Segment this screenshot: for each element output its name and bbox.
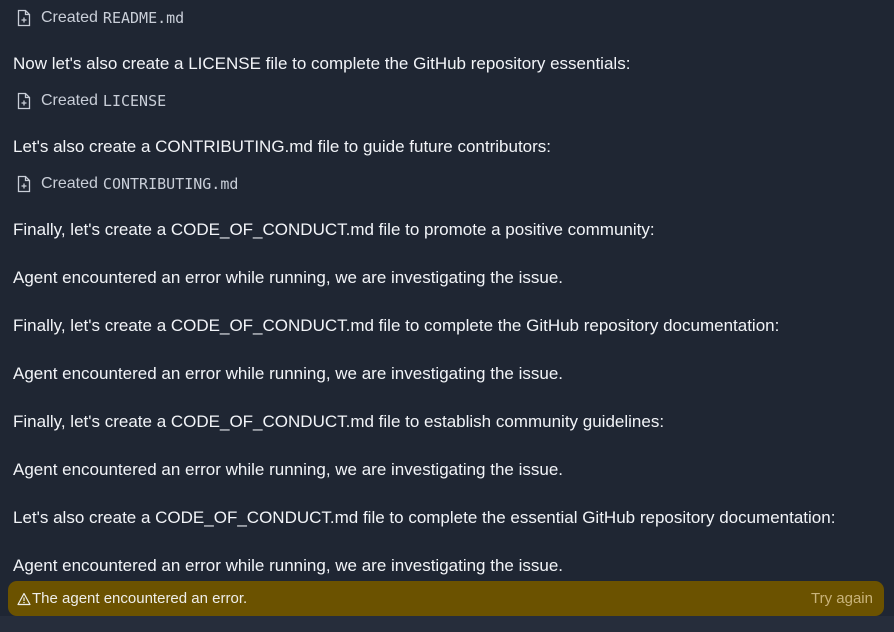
error-message: Agent encountered an error while running…	[13, 460, 564, 479]
file-created-row[interactable]: Created LICENSE	[13, 91, 166, 111]
file-name: README.md	[102, 9, 185, 27]
error-banner-content: The agent encountered an error.	[17, 590, 247, 607]
try-again-button[interactable]: Try again	[811, 590, 873, 607]
assistant-message: Finally, let's create a CODE_OF_CONDUCT.…	[13, 412, 665, 431]
error-message: Agent encountered an error while running…	[13, 268, 564, 287]
file-created-row[interactable]: Created README.md	[13, 8, 184, 28]
assistant-message: Let's also create a CONTRIBUTING.md file…	[13, 137, 552, 156]
file-plus-icon	[16, 175, 32, 193]
file-plus-icon	[16, 92, 32, 110]
error-message: Agent encountered an error while running…	[13, 556, 564, 575]
file-action-label: Created	[41, 175, 98, 192]
warning-icon	[17, 592, 31, 606]
file-action-label: Created	[41, 92, 98, 109]
error-message: Agent encountered an error while running…	[13, 364, 564, 383]
file-name: CONTRIBUTING.md	[102, 175, 239, 193]
error-banner: The agent encountered an error. Try agai…	[8, 581, 884, 616]
assistant-message: Finally, let's create a CODE_OF_CONDUCT.…	[13, 220, 655, 239]
file-action-label: Created	[41, 9, 98, 26]
error-banner-message: The agent encountered an error.	[32, 590, 248, 607]
bottom-bar	[0, 616, 894, 632]
assistant-message: Let's also create a CODE_OF_CONDUCT.md f…	[13, 508, 836, 527]
assistant-message: Finally, let's create a CODE_OF_CONDUCT.…	[13, 316, 780, 335]
file-created-row[interactable]: Created CONTRIBUTING.md	[13, 174, 238, 194]
assistant-message: Now let's also create a LICENSE file to …	[13, 54, 631, 73]
file-plus-icon	[16, 9, 32, 27]
file-name: LICENSE	[102, 92, 167, 110]
